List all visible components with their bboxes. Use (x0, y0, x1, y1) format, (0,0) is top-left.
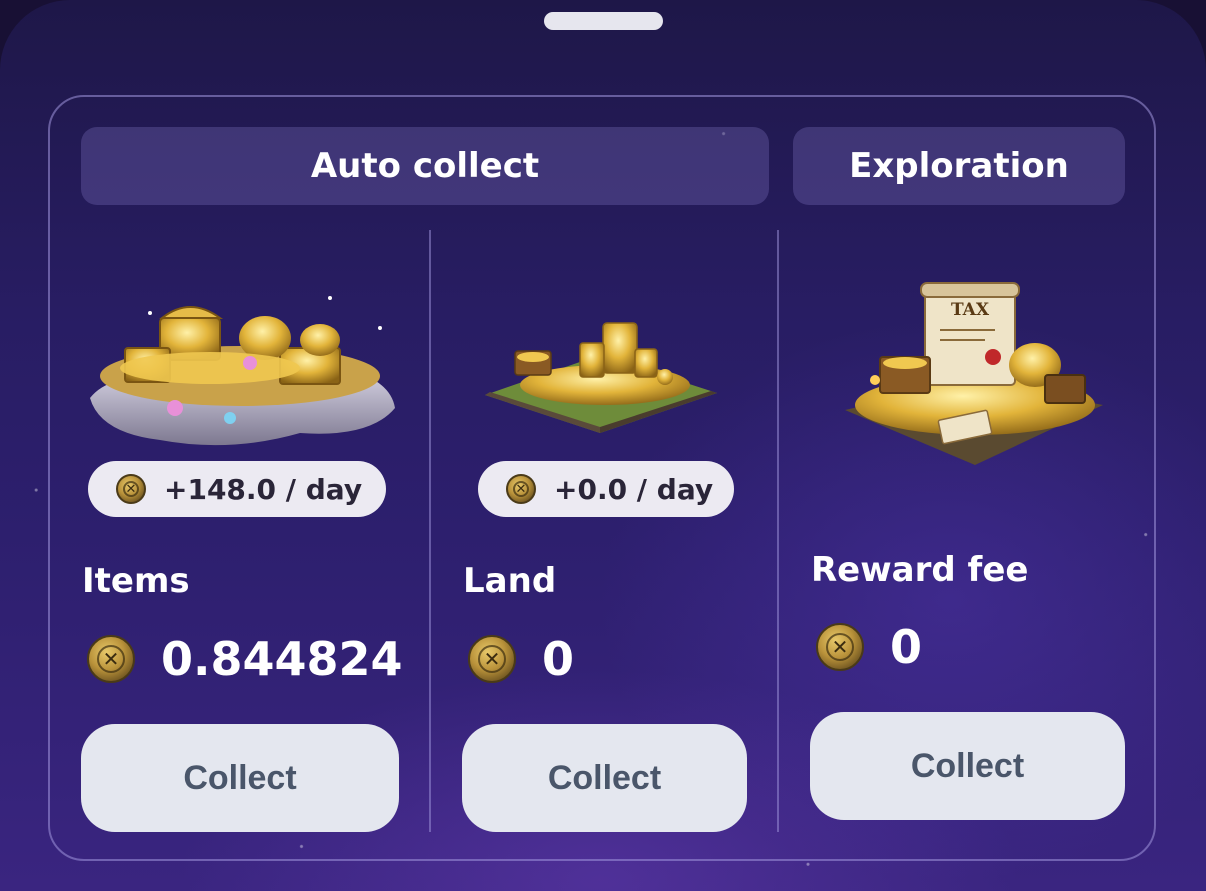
items-amount-row: 0.844824 (87, 632, 403, 686)
exploration-header-label: Exploration (849, 146, 1069, 186)
auto-collect-header: Auto collect (81, 127, 769, 205)
sheet-drag-handle[interactable] (544, 12, 663, 30)
reward-fee-collect-button[interactable]: Collect (810, 712, 1125, 820)
land-title: Land (463, 561, 557, 601)
items-amount: 0.844824 (161, 632, 403, 686)
tax-sign-label: TAX (951, 300, 990, 320)
expo-coin-icon (816, 623, 864, 671)
treasure-island-illustration (90, 296, 395, 446)
items-collect-button[interactable]: Collect (81, 724, 399, 832)
tax-treasure-illustration: TAX (845, 282, 1103, 465)
reward-fee-amount-row: 0 (816, 620, 922, 674)
bottom-sheet: Auto collect Exploration ✕ +148.0 / day … (0, 0, 1206, 891)
land-amount: 0 (542, 632, 575, 686)
expo-coin-icon (468, 635, 516, 683)
expo-coin-icon (116, 474, 146, 504)
expo-coin-icon (506, 474, 536, 504)
reward-fee-amount: 0 (890, 620, 923, 674)
land-amount-row: 0 (468, 632, 574, 686)
gold-land-plot-illustration (485, 322, 717, 433)
column-divider (429, 230, 431, 832)
land-collect-button[interactable]: Collect (462, 724, 747, 832)
column-divider (777, 230, 779, 832)
items-title: Items (82, 561, 190, 601)
expo-coin-icon (87, 635, 135, 683)
auto-collect-header-label: Auto collect (310, 146, 540, 186)
reward-fee-title: Reward fee (811, 550, 1029, 590)
exploration-header: Exploration (793, 127, 1125, 205)
items-rate-text: +148.0 / day (164, 472, 363, 506)
items-rate-badge: +148.0 / day (88, 461, 386, 517)
land-rate-text: +0.0 / day (554, 472, 714, 506)
land-rate-badge: +0.0 / day (478, 461, 734, 517)
